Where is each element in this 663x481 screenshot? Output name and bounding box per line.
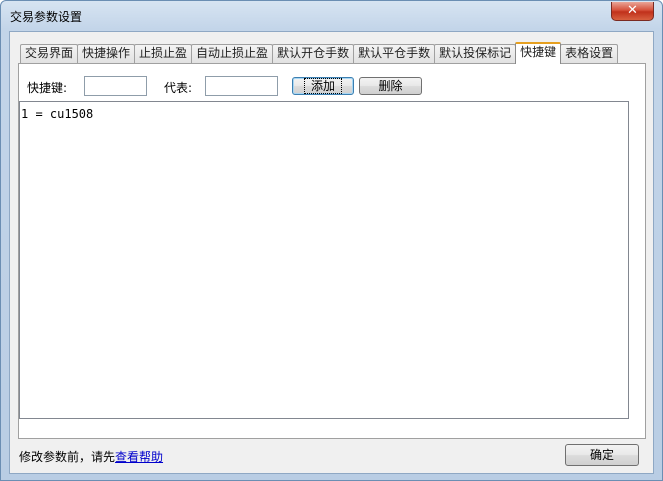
delete-button[interactable]: 删除 [359, 77, 422, 95]
tab-trading-ui[interactable]: 交易界面 [20, 44, 79, 63]
hotkey-list[interactable]: 1 = cu1508 [19, 101, 629, 419]
help-link[interactable]: 查看帮助 [115, 450, 163, 464]
title-bar[interactable]: 交易参数设置 ✕ [1, 1, 662, 31]
tab-default-open-lots[interactable]: 默认开仓手数 [272, 44, 355, 63]
code-label: 代表: [164, 81, 193, 95]
list-item[interactable]: 1 = cu1508 [21, 106, 628, 122]
dialog-body: 交易界面 快捷操作 止损止盈 自动止损止盈 默认开仓手数 默认平仓手数 默认投保… [9, 31, 654, 474]
tab-default-hedge-flag[interactable]: 默认投保标记 [434, 44, 517, 63]
tab-stop-loss-take-profit[interactable]: 止损止盈 [134, 44, 193, 63]
tab-table-settings[interactable]: 表格设置 [560, 44, 619, 63]
hotkey-label: 快捷键: [27, 81, 68, 95]
footer-hint: 修改参数前，请先查看帮助 [19, 448, 163, 465]
tab-default-close-lots[interactable]: 默认平仓手数 [353, 44, 436, 63]
hotkey-input[interactable] [84, 76, 147, 96]
add-button[interactable]: 添加 [292, 77, 354, 95]
ok-button[interactable]: 确定 [565, 444, 639, 466]
close-button[interactable]: ✕ [611, 2, 654, 21]
settings-dialog: 交易参数设置 ✕ 交易界面 快捷操作 止损止盈 自动止损止盈 默认开仓手数 默认… [0, 0, 663, 481]
footer-hint-text: 修改参数前，请先 [19, 450, 116, 464]
tab-auto-stop-loss[interactable]: 自动止损止盈 [191, 44, 274, 63]
window-title: 交易参数设置 [10, 10, 83, 24]
add-button-label: 添加 [303, 78, 343, 94]
tab-strip: 交易界面 快捷操作 止损止盈 自动止损止盈 默认开仓手数 默认平仓手数 默认投保… [20, 42, 619, 64]
code-input[interactable] [205, 76, 278, 96]
tab-hotkeys[interactable]: 快捷键 [515, 42, 562, 64]
close-icon: ✕ [627, 3, 638, 18]
tab-quick-operation[interactable]: 快捷操作 [77, 44, 136, 63]
